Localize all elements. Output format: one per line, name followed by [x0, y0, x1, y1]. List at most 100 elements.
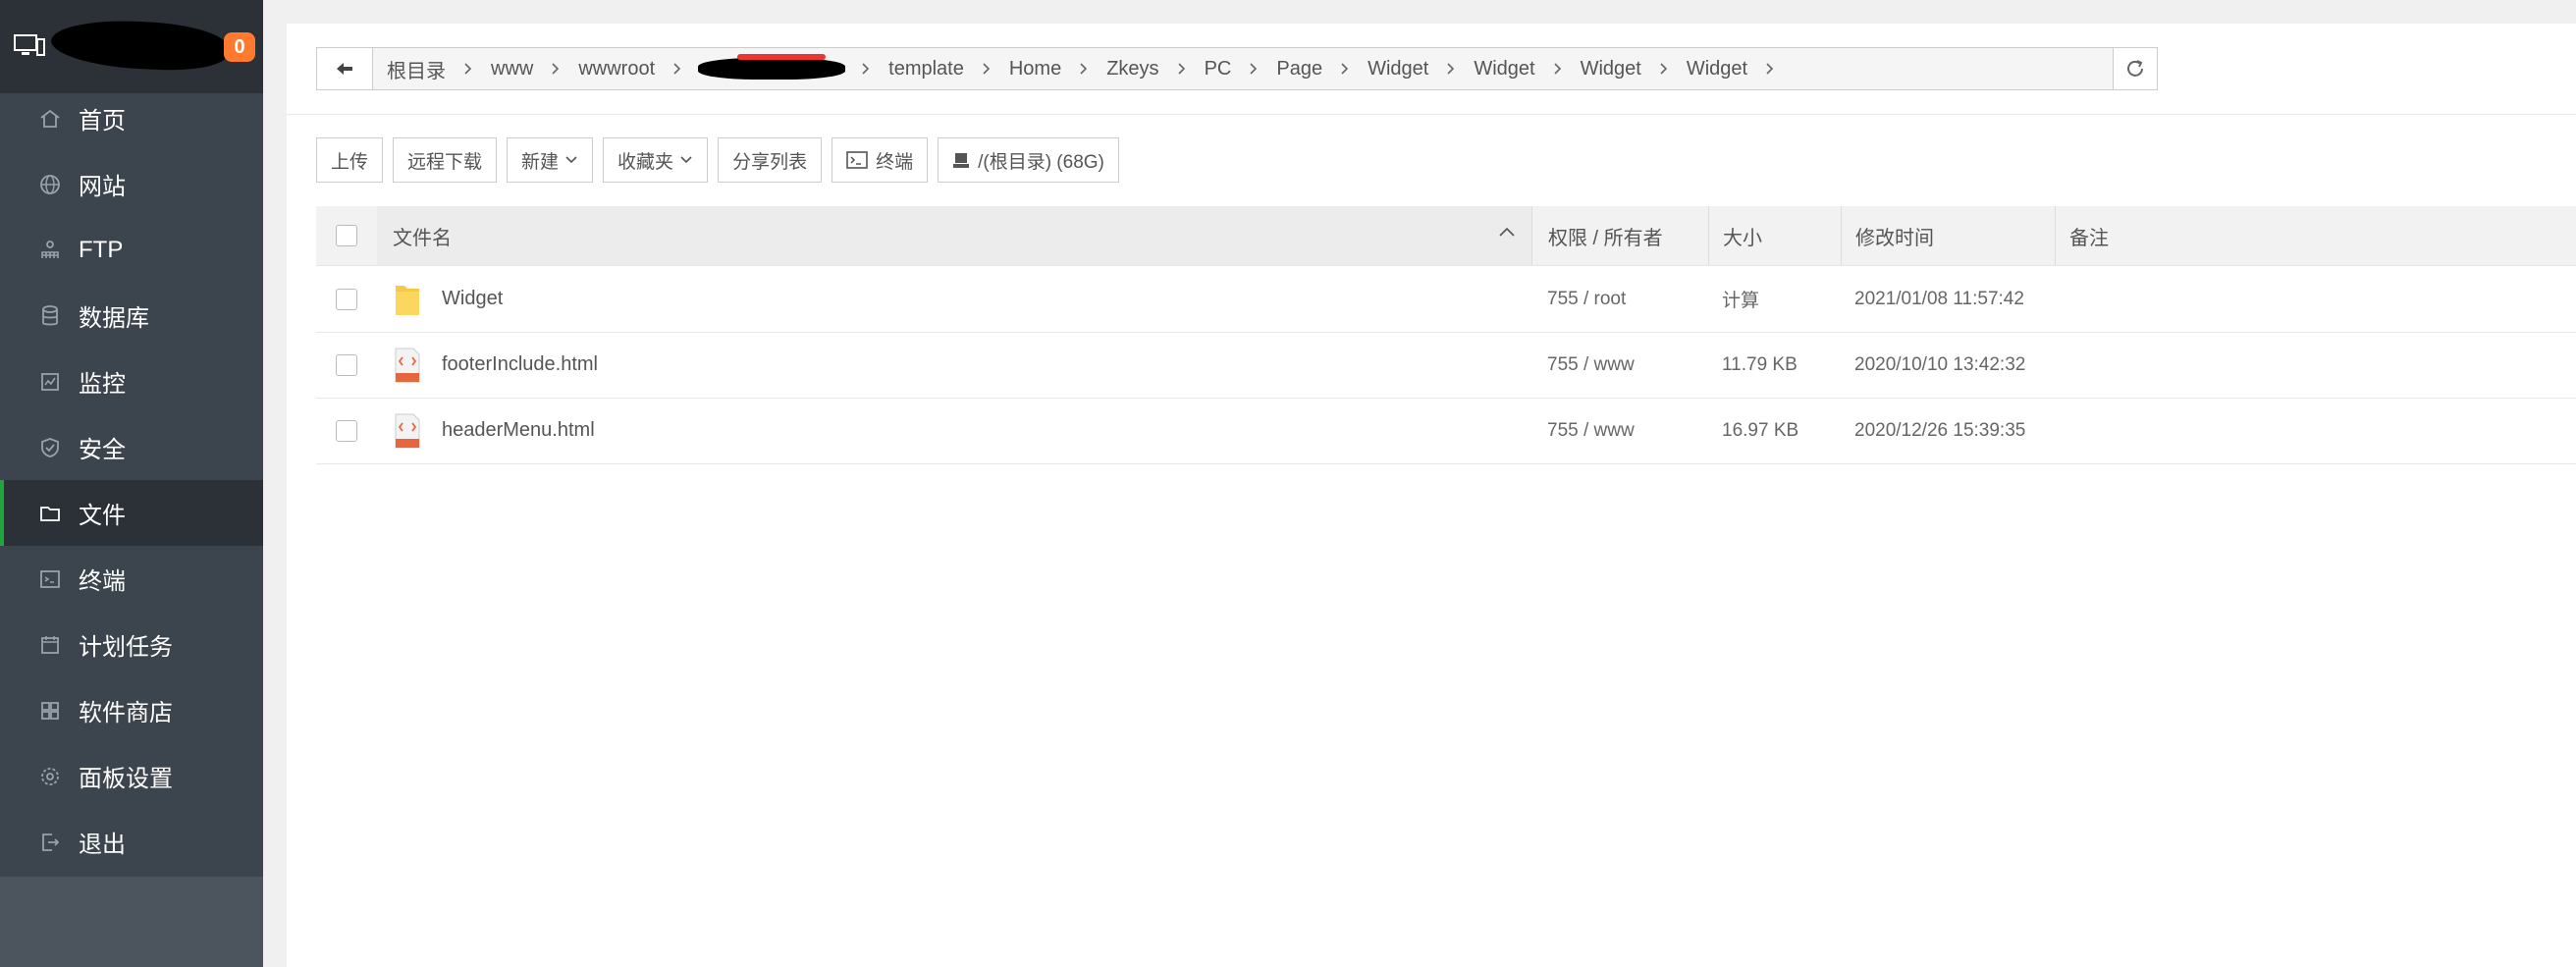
refresh-button[interactable]: [2113, 47, 2158, 90]
globe-icon: [37, 172, 63, 197]
sidebar-item-ftp[interactable]: FTP: [0, 217, 263, 283]
disk-button[interactable]: /(根目录) (68G): [938, 137, 1119, 183]
table-header: 文件名 权限 / 所有者 大小 修改时间 备注: [316, 206, 2576, 266]
remote-download-button[interactable]: 远程下载: [393, 137, 498, 183]
file-size: 16.97 KB: [1722, 419, 1799, 441]
sidebar-item-panel-settings[interactable]: 面板设置: [0, 743, 263, 809]
sidebar-item-terminal[interactable]: 终端: [0, 546, 263, 612]
select-all-checkbox[interactable]: [336, 225, 357, 246]
new-button[interactable]: 新建: [507, 137, 594, 183]
row-checkbox[interactable]: [336, 353, 357, 376]
file-perm[interactable]: 755 / www: [1531, 398, 1708, 463]
file-name[interactable]: headerMenu.html: [442, 419, 595, 442]
file-name[interactable]: footerInclude.html: [442, 353, 598, 376]
chevron-right-icon: [461, 62, 475, 76]
sidebar-item-website[interactable]: 网站: [0, 151, 263, 217]
sidebar-item-files[interactable]: 文件: [0, 480, 263, 546]
sidebar-item-cron[interactable]: 计划任务: [0, 612, 263, 677]
back-button[interactable]: [317, 48, 373, 89]
toolbar: 上传 远程下载 新建 收藏夹 分享列表 终端 /(根目录) (68G): [316, 137, 1129, 185]
breadcrumb-item[interactable]: Home: [1001, 58, 1069, 81]
apps-icon: [37, 698, 63, 724]
ftp-icon: [37, 238, 63, 263]
database-icon: [37, 303, 63, 329]
disk-icon: [953, 153, 970, 168]
file-mtime: 2021/01/08 11:57:42: [1854, 288, 2024, 309]
column-header-name[interactable]: 文件名: [377, 206, 1531, 265]
file-perm[interactable]: 755 / www: [1531, 332, 1708, 398]
row-checkbox[interactable]: [336, 419, 357, 442]
breadcrumb-item[interactable]: Widget: [1466, 58, 1542, 81]
computer-icon: [14, 34, 45, 56]
sidebar-footer: [0, 877, 263, 967]
column-header-note[interactable]: 备注: [2055, 206, 2576, 265]
column-header-mtime[interactable]: 修改时间: [1841, 206, 2055, 265]
arrow-left-icon: [337, 63, 352, 75]
sidebar-item-home[interactable]: 首页: [0, 85, 263, 151]
breadcrumb-item[interactable]: Widget: [1679, 58, 1755, 81]
breadcrumb-item[interactable]: 根目录: [379, 55, 454, 83]
chevron-up-icon[interactable]: [1498, 226, 1516, 238]
breadcrumb-item[interactable]: wwwroot: [570, 58, 663, 81]
table-row[interactable]: footerInclude.html 755 / www 11.79 KB 20…: [316, 332, 2576, 399]
column-header-perm[interactable]: 权限 / 所有者: [1531, 206, 1708, 265]
chevron-down-icon: [680, 156, 692, 164]
chevron-right-icon: [1763, 62, 1777, 76]
disk-button-label: /(根目录) (68G): [978, 151, 1104, 173]
calendar-icon: [37, 632, 63, 658]
breadcrumb-item[interactable]: PC: [1197, 58, 1240, 81]
breadcrumb-item[interactable]: Zkeys: [1099, 58, 1166, 81]
sidebar-item-database[interactable]: 数据库: [0, 283, 263, 349]
divider: [287, 114, 2576, 115]
favorites-button[interactable]: 收藏夹: [603, 137, 709, 183]
table-row[interactable]: headerMenu.html 755 / www 16.97 KB 2020/…: [316, 398, 2576, 464]
breadcrumb-item[interactable]: Page: [1268, 58, 1330, 81]
sidebar-item-label: 终端: [79, 568, 126, 595]
chevron-right-icon: [1338, 62, 1352, 76]
chevron-right-icon: [671, 62, 684, 76]
column-header-size[interactable]: 大小: [1708, 206, 1841, 265]
gear-icon: [37, 764, 63, 789]
breadcrumb: 根目录 www wwwroot template Home Zkeys PC P…: [373, 48, 1785, 89]
monitor-icon: [37, 369, 63, 395]
chevron-right-icon: [1657, 62, 1671, 76]
sidebar-item-label: 监控: [79, 371, 126, 398]
row-checkbox[interactable]: [336, 288, 357, 310]
calculate-size-link[interactable]: 计算: [1708, 266, 1841, 332]
chevron-right-icon: [859, 62, 873, 76]
sidebar-item-security[interactable]: 安全: [0, 414, 263, 480]
chevron-down-icon: [565, 156, 577, 164]
chevron-right-icon: [1077, 62, 1091, 76]
sidebar-item-label: 文件: [79, 503, 126, 529]
file-perm[interactable]: 755 / root: [1531, 266, 1708, 332]
notification-badge[interactable]: 0: [224, 32, 255, 62]
html-file-icon: [393, 348, 422, 383]
sidebar-item-label: 退出: [79, 832, 126, 858]
sidebar-item-monitor[interactable]: 监控: [0, 349, 263, 414]
file-mtime: 2020/10/10 13:42:32: [1854, 353, 2026, 375]
terminal-button[interactable]: 终端: [832, 137, 929, 183]
sidebar-item-label: 面板设置: [79, 766, 173, 792]
path-bar: 根目录 www wwwroot template Home Zkeys PC P…: [316, 47, 2115, 90]
sidebar-item-label: 首页: [79, 108, 126, 134]
table-row[interactable]: Widget 755 / root 计算 2021/01/08 11:57:42: [316, 266, 2576, 333]
upload-button[interactable]: 上传: [316, 137, 384, 183]
sidebar-header: 0: [0, 0, 263, 93]
breadcrumb-item[interactable]: Widget: [1360, 58, 1436, 81]
share-list-button[interactable]: 分享列表: [718, 137, 823, 183]
chevron-right-icon: [1247, 62, 1261, 76]
breadcrumb-item[interactable]: Widget: [1573, 58, 1649, 81]
breadcrumb-item[interactable]: template: [881, 58, 972, 81]
redacted-breadcrumb-item[interactable]: [698, 54, 846, 80]
sidebar-item-app-store[interactable]: 软件商店: [0, 677, 263, 743]
sidebar-item-logout[interactable]: 退出: [0, 809, 263, 875]
file-name[interactable]: Widget: [442, 288, 503, 310]
folder-icon: [393, 282, 422, 317]
refresh-icon: [2127, 60, 2143, 77]
breadcrumb-item[interactable]: www: [483, 58, 541, 81]
chevron-right-icon: [1444, 62, 1458, 76]
sidebar-item-label: 数据库: [79, 305, 149, 332]
chevron-right-icon: [1551, 62, 1565, 76]
html-file-icon: [393, 413, 422, 449]
chevron-right-icon: [980, 62, 993, 76]
